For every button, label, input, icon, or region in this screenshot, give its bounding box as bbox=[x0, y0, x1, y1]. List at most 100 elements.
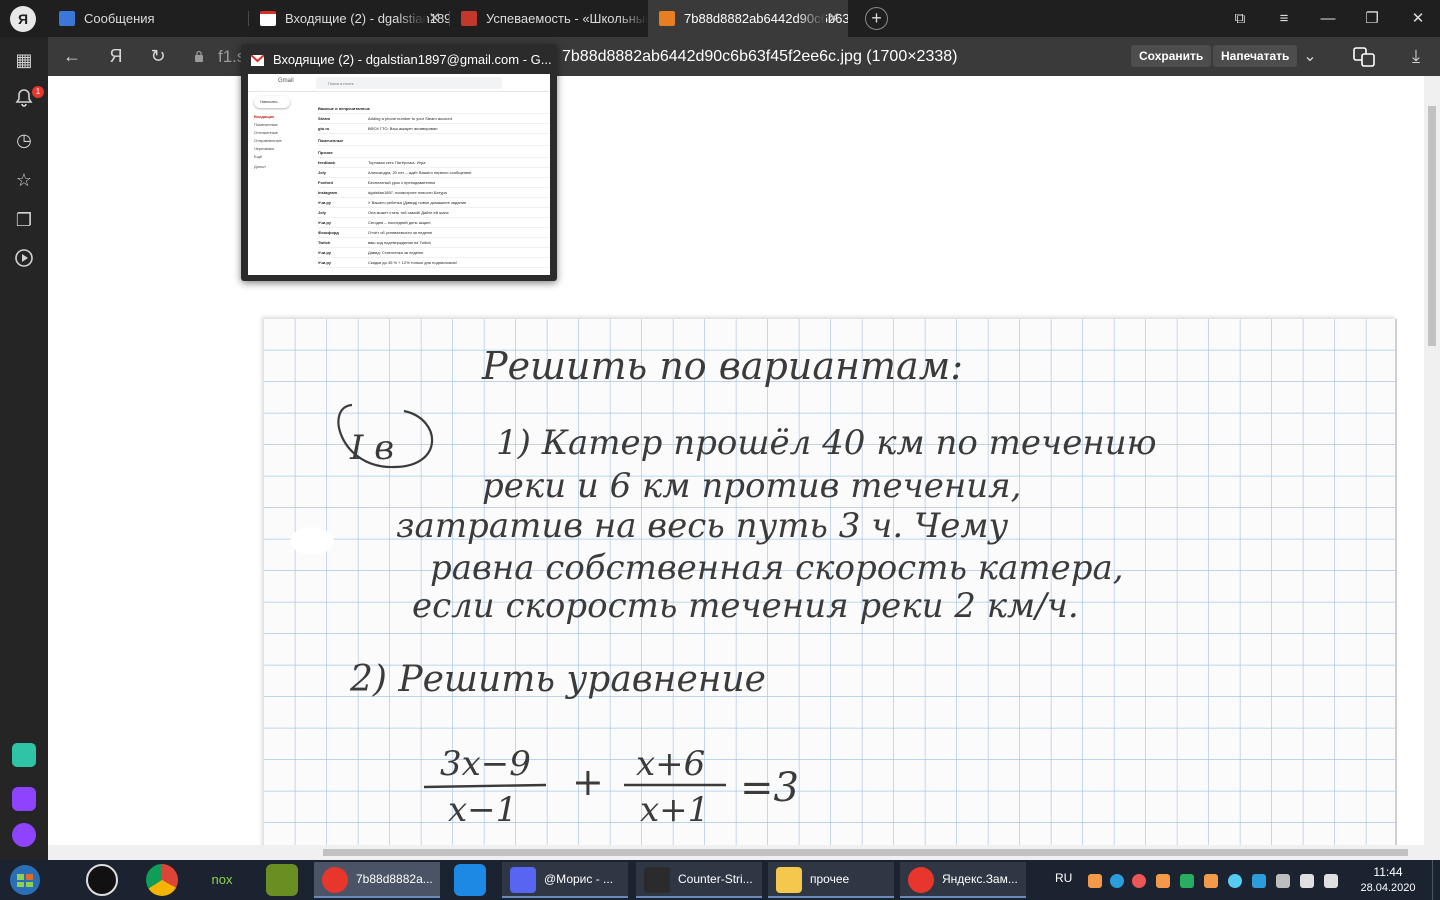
horizontal-scrollbar-thumb[interactable] bbox=[323, 849, 1408, 856]
task2-title: 2) Решить уравнение bbox=[349, 659, 766, 700]
back-button[interactable]: ← bbox=[52, 37, 92, 76]
page-title[interactable]: 7b88d8882ab6442d90c6b63f45f2ee6c.jpg (17… bbox=[562, 37, 957, 76]
vpn-tray-icon[interactable] bbox=[1252, 874, 1266, 888]
gmail-row: Joly Она может стать той самой! Дайте ей … bbox=[318, 208, 550, 218]
tray-app-icon[interactable] bbox=[1204, 874, 1218, 888]
close-tab-icon[interactable]: ✕ bbox=[428, 0, 441, 37]
restore-button[interactable]: ❐ bbox=[1350, 0, 1394, 37]
notification-badge: 1 bbox=[32, 86, 44, 98]
gmail-row: Учи.ру У Вашего ребенка (Давид) новое дом… bbox=[318, 198, 550, 208]
close-tab-icon[interactable]: ✕ bbox=[827, 0, 840, 37]
show-desktop-button[interactable] bbox=[1432, 860, 1440, 900]
gmail-section: Важные и непрочитанные bbox=[318, 104, 550, 114]
gmail-row: Учи.ру Скидки до 45 % + 12% только для по… bbox=[318, 258, 550, 268]
horizontal-scrollbar[interactable] bbox=[48, 845, 1440, 860]
tab-school-diary[interactable]: Успеваемость - «Школьный дневник» bbox=[450, 0, 648, 37]
task1-line-1: 1) Катер прошёл 40 км по течению bbox=[496, 423, 1157, 463]
pinned-app-icon[interactable] bbox=[86, 864, 118, 896]
vpn-icon[interactable] bbox=[454, 864, 486, 896]
gmail-row: feedback Торговая сеть Пятёрочка. Игра bbox=[318, 158, 550, 168]
vertical-scrollbar-thumb[interactable] bbox=[1428, 106, 1436, 346]
play-icon[interactable] bbox=[12, 248, 36, 272]
task1-line-2: реки и 6 км против течения, bbox=[482, 466, 1021, 506]
chevron-down-icon[interactable]: ⌄ bbox=[1290, 37, 1330, 76]
equation-plus: + bbox=[572, 760, 604, 804]
print-button[interactable]: Напечатать bbox=[1213, 45, 1298, 67]
yandex-home-button[interactable]: Я bbox=[96, 37, 136, 76]
messenger-icon[interactable] bbox=[12, 743, 36, 767]
tabs-overview-icon[interactable]: ⧉ bbox=[1218, 0, 1262, 37]
counter-strike-icon bbox=[644, 867, 670, 893]
reload-button[interactable]: ↻ bbox=[138, 37, 178, 76]
star-icon[interactable]: ☆ bbox=[12, 168, 36, 192]
tab-gmail-inbox[interactable]: Входящие (2) - dgalstian1897@gmail.com ✕ bbox=[249, 0, 449, 37]
tray-app-icon[interactable] bbox=[1110, 874, 1124, 888]
clock-date[interactable]: 28.04.2020 bbox=[1358, 882, 1418, 894]
start-button[interactable] bbox=[6, 863, 44, 897]
menu-icon[interactable]: ≡ bbox=[1262, 0, 1306, 37]
gmail-section: Помеченные bbox=[318, 136, 550, 146]
gmail-folder: Ещё bbox=[254, 154, 263, 159]
minimize-button[interactable]: — bbox=[1306, 0, 1350, 37]
taskbar-folder-window[interactable]: прочее bbox=[768, 862, 894, 898]
download-icon[interactable]: ⤓ bbox=[1396, 37, 1436, 76]
tab-strip: Я Сообщения Входящие (2) - dgalstian1897… bbox=[0, 0, 1440, 37]
gmail-logo: Gmail bbox=[278, 78, 294, 84]
alice-voice-icon[interactable] bbox=[12, 823, 36, 847]
nox-icon[interactable]: nox bbox=[206, 864, 238, 896]
tab-messages[interactable]: Сообщения bbox=[48, 0, 248, 37]
steam-tray-icon[interactable] bbox=[1228, 874, 1242, 888]
taskbar-button-label: прочее bbox=[810, 872, 850, 886]
gmail-thumbnail: Gmail Поиск в почте Написать Входящие По… bbox=[248, 74, 550, 275]
discord-tray-icon[interactable] bbox=[1276, 874, 1290, 888]
tray-app-icon[interactable] bbox=[1088, 874, 1102, 888]
yandex-icon bbox=[322, 867, 348, 893]
tray-app-icon[interactable] bbox=[1132, 874, 1146, 888]
gmail-row: gto.ru ВФСК ГТО: Ваш аккаунт активирован bbox=[318, 124, 550, 134]
alice-app-icon[interactable] bbox=[12, 787, 36, 811]
close-window-button[interactable]: ✕ bbox=[1396, 0, 1440, 37]
collections-icon[interactable]: ❐ bbox=[12, 208, 36, 232]
network-icon[interactable] bbox=[1300, 874, 1314, 888]
history-icon[interactable]: ◷ bbox=[12, 128, 36, 152]
gmail-row: Steam Adding a phone number to your Steam… bbox=[318, 114, 550, 124]
equation-fraction1-denominator: x−1 bbox=[448, 790, 517, 830]
taskbar-discord-window[interactable]: @Морис - ... bbox=[502, 862, 628, 898]
new-tab-button[interactable]: + bbox=[865, 7, 888, 30]
taskbar-counter-strike-window[interactable]: Counter-Stri... bbox=[636, 862, 762, 898]
gmail-compose: Написать bbox=[254, 96, 290, 108]
equation-fraction2-denominator: x+1 bbox=[640, 790, 709, 830]
task1-line-4: равна собственная скорость катера, bbox=[430, 548, 1124, 588]
translate-icon[interactable] bbox=[1344, 37, 1384, 76]
tab-hover-preview[interactable]: Входящие (2) - dgalstian1897@gmail.com -… bbox=[241, 44, 557, 281]
windows-taskbar: nox 7b88d8882a... @Морис - ... Counter-S… bbox=[0, 860, 1440, 900]
gmail-row: Фоксфорд Отчёт об успеваемости за неделю bbox=[318, 228, 550, 238]
notebook-photo: Решить по вариантам: I в 1) Катер прошёл… bbox=[264, 319, 1397, 845]
tab-image-active[interactable]: 7b88d8882ab6442d90c6b63f45f2ee6c.jpg ✕ bbox=[648, 0, 848, 37]
taskbar-yandex-notes-window[interactable]: Яндекс.Зам... bbox=[900, 862, 1026, 898]
vertical-scrollbar[interactable] bbox=[1424, 76, 1440, 845]
game-pin-icon[interactable] bbox=[266, 864, 298, 896]
chrome-icon[interactable] bbox=[146, 864, 178, 896]
gmail-section: Прочие bbox=[318, 148, 550, 158]
flag-icon[interactable] bbox=[1324, 874, 1338, 888]
yandex-browser-logo-icon[interactable]: Я bbox=[10, 6, 36, 32]
tray-app-icon[interactable] bbox=[1180, 874, 1194, 888]
clock-time[interactable]: 11:44 bbox=[1358, 865, 1418, 879]
save-button[interactable]: Сохранить bbox=[1131, 45, 1212, 67]
gmail-row: Instagram dgalstian1897, посмотрите новос… bbox=[318, 188, 550, 198]
tab-title-fade bbox=[796, 0, 826, 37]
chat-icon bbox=[59, 11, 75, 26]
taskbar-browser-window[interactable]: 7b88d8882a... bbox=[314, 862, 440, 898]
gmail-row: Учи.ру Сегодня – последний день акции! bbox=[318, 218, 550, 228]
tab-title-fade bbox=[618, 0, 648, 37]
image-tab-icon bbox=[659, 11, 675, 26]
equation-fraction1-numerator: 3x−9 bbox=[440, 744, 531, 784]
taskbar-button-label: Counter-Stri... bbox=[678, 872, 753, 886]
lock-icon[interactable] bbox=[194, 50, 204, 62]
preview-title: Входящие (2) - dgalstian1897@gmail.com -… bbox=[273, 52, 552, 67]
grid-icon[interactable]: ▦ bbox=[12, 48, 36, 72]
tray-app-icon[interactable] bbox=[1156, 874, 1170, 888]
discord-icon bbox=[510, 867, 536, 893]
language-indicator[interactable]: RU bbox=[1055, 860, 1072, 896]
